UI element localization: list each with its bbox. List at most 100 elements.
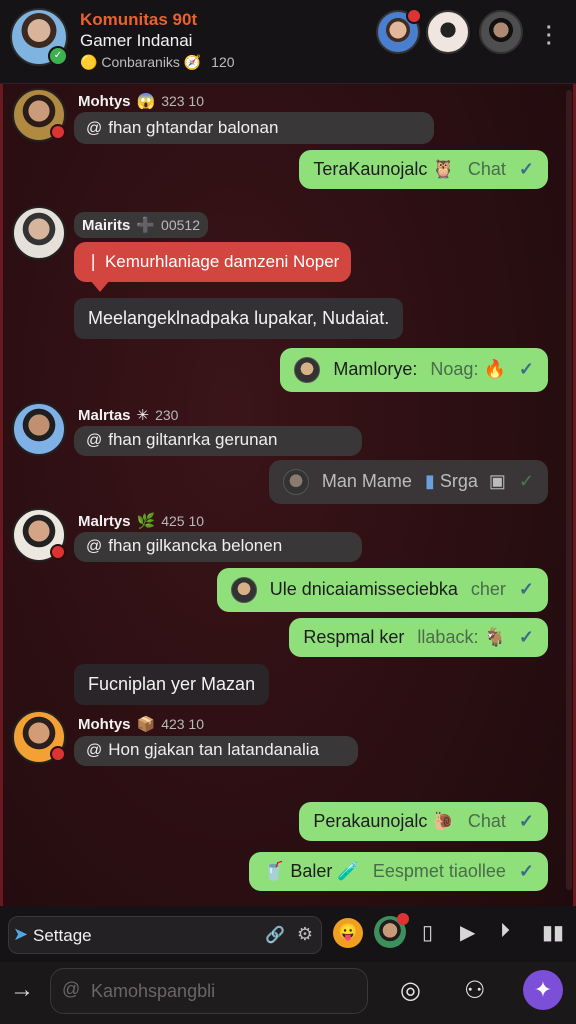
reply-icon: @ bbox=[86, 538, 103, 555]
profile-icon[interactable]: ⚇ bbox=[464, 976, 486, 1005]
member-count: 120 bbox=[211, 54, 235, 70]
message-meta: 423 10 bbox=[161, 716, 205, 732]
compose-field[interactable]: ➤ Settage 🔗 ⚙ bbox=[8, 916, 322, 954]
compose-label: Settage bbox=[33, 926, 92, 945]
more-options-icon[interactable]: · · · bbox=[546, 18, 554, 54]
message-subtext: cher bbox=[470, 578, 506, 599]
sender-emoji-icon: ✳ bbox=[136, 407, 150, 424]
clipboard-icon[interactable]: ▯ bbox=[422, 920, 433, 945]
mention-icon: @ bbox=[62, 979, 81, 999]
incoming-message[interactable]: @ Hon gjakan tan latandanalia bbox=[74, 736, 358, 766]
mini-avatar bbox=[230, 577, 257, 603]
outgoing-message[interactable]: TeraKaunojalc 🦉 Chat ✓ bbox=[299, 150, 548, 189]
message-text: TeraKaunojalc bbox=[313, 159, 428, 179]
alert-message[interactable]: ❘ Kemurhlaniage damzeni Noper bbox=[74, 242, 352, 292]
emoji-button-icon[interactable]: 😛 bbox=[333, 918, 363, 948]
sender-avatar[interactable] bbox=[12, 710, 66, 764]
sender-emoji-icon: 🌿 bbox=[136, 513, 156, 530]
message-text: Meelangeklnadpaka lupakar, Nudaiat. bbox=[88, 308, 390, 328]
message-text: fhan ghtandar balonan bbox=[108, 118, 279, 137]
alert-icon: ❘ bbox=[86, 252, 105, 271]
sender-name: Mohtys bbox=[78, 93, 131, 110]
message-emoji-icon: 🦉 bbox=[432, 159, 455, 179]
member-avatar[interactable] bbox=[376, 8, 422, 54]
group-meta: 🟡 Conbaraniks 🧭 120 bbox=[80, 54, 235, 71]
snail-icon: 🐌 bbox=[432, 811, 455, 831]
notification-dot-icon bbox=[397, 913, 409, 925]
read-check-icon: ✓ bbox=[518, 578, 534, 599]
read-check-icon: ✓ bbox=[518, 358, 534, 379]
status-badge-icon bbox=[50, 124, 66, 140]
read-check-icon: ✓ bbox=[518, 627, 534, 647]
sender-name-row: Malrtas ✳ 230 bbox=[78, 406, 178, 424]
attach-icon[interactable]: 🔗 bbox=[265, 925, 285, 945]
message-input[interactable] bbox=[50, 968, 368, 1014]
action-button[interactable]: ✦ bbox=[523, 970, 563, 1010]
message-subtext: Noag: bbox=[430, 358, 479, 379]
outgoing-message[interactable]: Perakaunojalc 🐌 Chat ✓ bbox=[299, 802, 548, 841]
send-arrow-icon[interactable]: → bbox=[10, 976, 34, 1004]
read-check-icon: ✓ bbox=[518, 811, 534, 831]
sender-avatar[interactable] bbox=[12, 508, 66, 562]
member-avatar[interactable] bbox=[426, 10, 470, 54]
mini-avatar bbox=[282, 469, 309, 495]
message-text: Mamlorye: bbox=[333, 358, 418, 379]
message-text: fhan gilkancka belonen bbox=[108, 536, 283, 555]
user-avatar[interactable] bbox=[374, 913, 409, 948]
group-avatar[interactable]: ✓ bbox=[10, 8, 68, 66]
compose-toolbar: ➤ Settage 🔗 ⚙ 😛 ▯ ▶ ⏵ ▮▮ bbox=[0, 906, 576, 962]
sender-emoji-icon: ➕ bbox=[136, 217, 156, 234]
message-text: Man Mame bbox=[321, 470, 412, 491]
group-title[interactable]: Komunitas 90t bbox=[80, 10, 197, 30]
message-text: Respmal ker bbox=[303, 627, 405, 647]
outgoing-message[interactable]: Respmal ker llaback: 🐐 ✓ bbox=[289, 618, 548, 657]
incoming-message[interactable]: @ fhan ghtandar balonan bbox=[74, 112, 434, 144]
message-text: Ule dnicaiamisseciebka bbox=[269, 578, 458, 599]
video-icon[interactable]: ⏵ bbox=[500, 920, 510, 943]
outgoing-message[interactable]: 🥤 Baler 🧪 Eespmet tiaollee ✓ bbox=[248, 852, 548, 891]
read-check-icon: ✓ bbox=[518, 159, 534, 179]
runner-icon: ✦ bbox=[533, 977, 553, 1002]
message-text: Baler bbox=[290, 861, 333, 881]
members-icon: 🟡 bbox=[80, 54, 98, 70]
reply-icon: @ bbox=[86, 120, 103, 137]
sender-name: Mohtys bbox=[78, 716, 131, 733]
settings-icon[interactable]: ⚙ bbox=[297, 924, 313, 945]
outgoing-message[interactable]: Mamlorye: Noag: 🔥 ✓ bbox=[280, 348, 548, 392]
sender-avatar[interactable] bbox=[12, 206, 66, 260]
sender-avatar[interactable] bbox=[12, 88, 66, 142]
message-subtext: Srga bbox=[439, 470, 478, 491]
goat-icon: 🐐 bbox=[483, 627, 506, 647]
bubble-tail bbox=[90, 280, 110, 292]
outgoing-message[interactable]: Ule dnicaiamisseciebka cher ✓ bbox=[216, 568, 548, 612]
incoming-message[interactable]: Fucniplan yer Mazan bbox=[74, 664, 270, 705]
mini-avatar bbox=[294, 357, 321, 383]
sender-name-row: Mohtys 😱 323 10 bbox=[78, 92, 204, 110]
notification-dot-icon bbox=[406, 8, 422, 24]
message-meta: 425 10 bbox=[161, 513, 205, 529]
message-text: Hon gjakan tan latandanalia bbox=[108, 740, 320, 759]
online-badge-icon: ✓ bbox=[48, 46, 68, 66]
message-meta: 00512 bbox=[161, 217, 200, 233]
message-text: fhan giltanrka gerunan bbox=[108, 430, 278, 449]
message-meta: 230 bbox=[155, 407, 179, 423]
sender-emoji-icon: 📦 bbox=[136, 716, 156, 733]
incoming-message[interactable]: Meelangeklnadpaka lupakar, Nudaiat. bbox=[74, 298, 404, 339]
read-check-icon: ✓ bbox=[518, 470, 534, 491]
pause-icon[interactable]: ▮▮ bbox=[542, 920, 564, 945]
outgoing-message[interactable]: Man Mame ▮ Srga ▣ ✓ bbox=[268, 460, 548, 504]
member-avatar[interactable] bbox=[479, 10, 523, 54]
scrollbar[interactable] bbox=[566, 90, 572, 890]
incoming-message[interactable]: @ fhan giltanrka gerunan bbox=[74, 426, 362, 456]
sender-name-row: Mohtys 📦 423 10 bbox=[78, 715, 204, 733]
incoming-message[interactable]: @ fhan gilkancka belonen bbox=[74, 532, 362, 562]
media-icon[interactable]: ▶ bbox=[460, 920, 475, 945]
read-check-icon: ✓ bbox=[518, 861, 534, 881]
message-text: Perakaunojalc bbox=[313, 811, 428, 831]
sender-name: Malrtas bbox=[78, 407, 131, 424]
camera-icon[interactable]: ◎ bbox=[400, 976, 421, 1005]
sender-name: Malrtys bbox=[78, 513, 131, 530]
sender-avatar[interactable] bbox=[12, 402, 66, 456]
message-text: Kemurhlaniage damzeni Noper bbox=[104, 252, 340, 271]
message-text: Fucniplan yer Mazan bbox=[88, 674, 256, 694]
